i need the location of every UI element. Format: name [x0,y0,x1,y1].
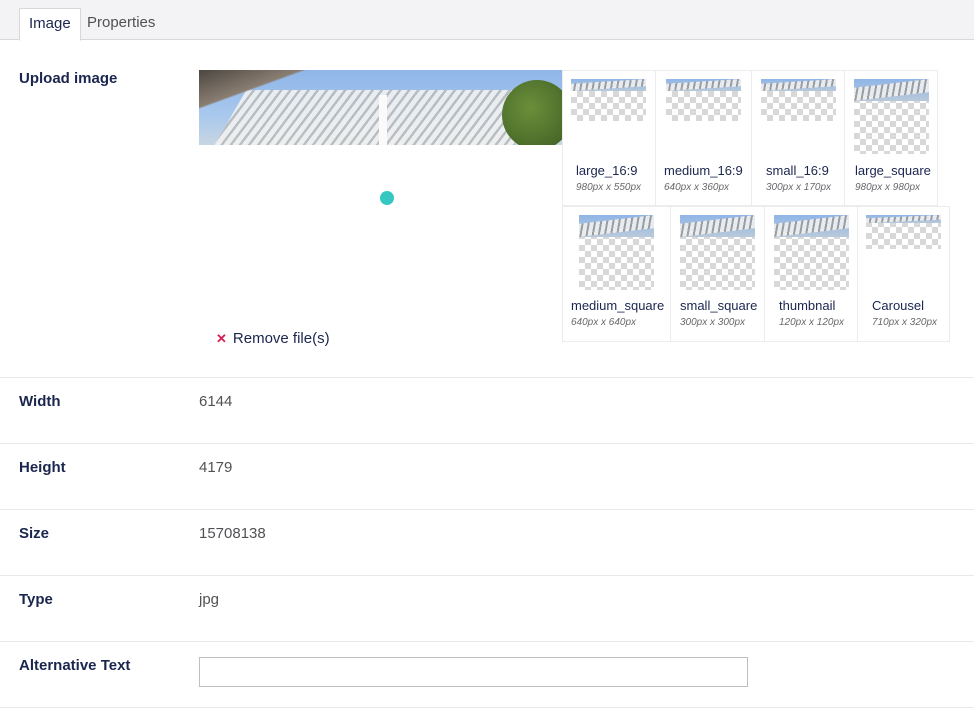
crop-dimensions: 300px x 300px [680,317,746,328]
tab-bar: Image Properties [0,0,974,41]
crop-dimensions: 640px x 360px [664,182,730,193]
alt-text-input[interactable] [199,657,748,687]
type-value: jpg [199,591,220,608]
upload-image-label: Upload image [19,70,118,87]
tab-image[interactable]: Image [19,8,81,41]
crop-medium-square[interactable]: medium_square 640px x 640px [562,206,671,342]
crop-name: large_square [855,163,931,178]
divider [0,641,974,642]
size-label: Size [19,525,50,542]
close-icon: ✕ [216,331,227,346]
divider [0,443,974,444]
crop-medium-16-9[interactable]: medium_16:9 640px x 360px [655,70,752,206]
crop-carousel[interactable]: Carousel 710px x 320px [857,206,950,342]
crop-name: small_square [680,298,758,313]
crop-dimensions: 640px x 640px [571,317,637,328]
crop-name: Carousel [872,298,925,313]
crop-name: medium_square [571,298,665,313]
uploaded-image-preview[interactable] [199,70,562,145]
height-label: Height [19,459,66,476]
focal-point-marker[interactable] [380,191,394,205]
width-label: Width [19,393,61,410]
crop-small-16-9[interactable]: small_16:9 300px x 170px [751,70,845,206]
height-value: 4179 [199,459,233,476]
alt-text-label: Alternative Text [19,657,131,674]
remove-files-button[interactable]: ✕ Remove file(s) [216,330,330,347]
divider [0,575,974,576]
width-value: 6144 [199,393,233,410]
crop-dimensions: 300px x 170px [766,182,832,193]
divider [0,377,974,378]
divider [0,707,974,708]
crop-large-square[interactable]: large_square 980px x 980px [844,70,938,206]
crop-dimensions: 710px x 320px [872,317,938,328]
size-value: 15708138 [199,525,266,542]
crop-thumbnail[interactable]: thumbnail 120px x 120px [764,206,858,342]
crop-dimensions: 980px x 550px [576,182,642,193]
divider [0,509,974,510]
crop-name: medium_16:9 [664,163,743,178]
crop-name: thumbnail [779,298,836,313]
crop-dimensions: 120px x 120px [779,317,845,328]
crop-large-16-9[interactable]: large_16:9 980px x 550px [562,70,656,206]
crop-dimensions: 980px x 980px [855,182,921,193]
tab-properties[interactable]: Properties [78,8,164,40]
crop-name: large_16:9 [576,163,638,178]
type-label: Type [19,591,53,608]
crop-small-square[interactable]: small_square 300px x 300px [670,206,765,342]
crop-name: small_16:9 [766,163,829,178]
remove-files-label: Remove file(s) [232,330,330,347]
